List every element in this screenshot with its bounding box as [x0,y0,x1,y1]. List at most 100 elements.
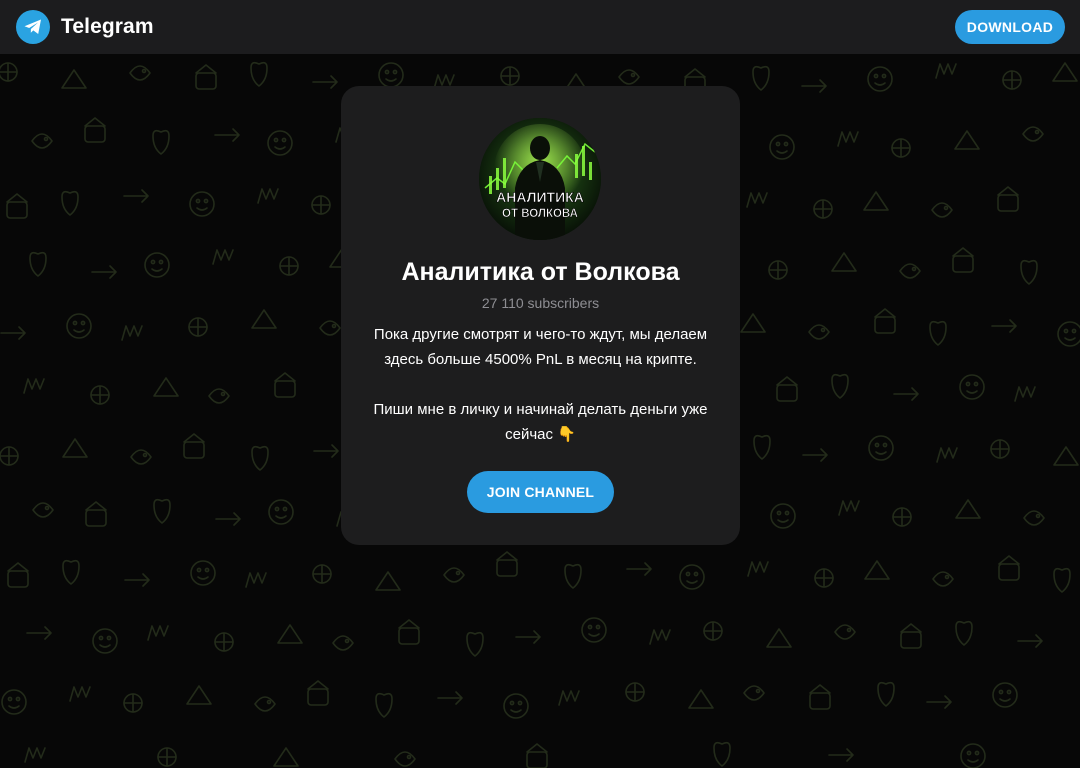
doodle-mark [931,202,953,218]
doodle-mark [526,743,548,768]
doodle-mark [129,65,151,81]
doodle-mark [688,689,714,709]
doodle-mark [935,63,957,79]
doodle-mark [254,696,276,712]
doodle-mark [212,249,234,265]
doodle-mark [867,66,893,92]
doodle-mark [311,195,331,215]
doodle-mark [626,562,652,576]
doodle-mark [273,747,299,767]
doodle-mark [1053,567,1071,593]
doodle-mark [926,695,952,709]
doodle-mark [29,251,47,277]
doodle-mark [929,320,947,346]
doodle-mark [679,564,705,590]
description-paragraph: Пока другие смотрят и чего-то ждут, мы д… [373,326,708,368]
doodle-mark [69,686,91,702]
telegram-logo-icon [16,10,50,44]
doodle-mark [831,252,857,272]
doodle-mark [753,434,771,460]
doodle-mark [703,621,723,641]
doodle-mark [868,435,894,461]
doodle-mark [189,191,215,217]
doodle-mark [831,373,849,399]
doodle-mark [130,449,152,465]
doodle-mark [991,319,1017,333]
doodle-mark [891,138,911,158]
doodle-mark [92,628,118,654]
doodle-mark [863,191,889,211]
doodle-mark [394,751,416,767]
doodle-mark [828,748,854,762]
doodle-mark [1,689,27,715]
download-button[interactable]: DOWNLOAD [955,10,1065,44]
doodle-mark [770,503,796,529]
doodle-mark [776,376,798,402]
doodle-mark [814,568,834,588]
doodle-mark [215,512,241,526]
doodle-mark [121,325,143,341]
doodle-mark [437,691,463,705]
doodle-mark [257,188,279,204]
doodle-mark [990,439,1010,459]
doodle-mark [279,256,299,276]
doodle-mark [893,387,919,401]
doodle-mark [808,324,830,340]
doodle-mark [91,265,117,279]
doodle-mark [277,624,303,644]
doodle-mark [834,624,856,640]
telegram-logo-link[interactable]: Telegram [16,10,154,44]
doodle-mark [809,684,831,710]
doodle-mark [195,64,217,90]
doodle-mark [312,75,338,89]
doodle-mark [62,438,88,458]
doodle-mark [61,190,79,216]
doodle-mark [752,65,770,91]
doodle-mark [877,681,895,707]
doodle-mark [1022,126,1044,142]
doodle-mark [332,635,354,651]
doodle-mark [801,79,827,93]
doodle-mark [157,747,177,767]
doodle-mark [84,117,106,143]
doodle-mark [188,317,208,337]
doodle-mark [899,263,921,279]
doodle-mark [62,559,80,585]
doodle-mark [1014,386,1036,402]
doodle-mark [153,377,179,397]
doodle-mark [124,573,150,587]
subscriber-count: 27 110 subscribers [481,295,600,311]
doodle-mark [183,433,205,459]
doodle-mark [307,680,329,706]
top-navigation-bar: Telegram DOWNLOAD [0,0,1080,54]
doodle-mark [61,69,87,89]
doodle-mark [208,388,230,404]
doodle-mark [214,632,234,652]
doodle-mark [998,555,1020,581]
doodle-mark [900,623,922,649]
doodle-mark [313,444,339,458]
doodle-mark [153,498,171,524]
doodle-mark [769,134,795,160]
doodle-mark [837,131,859,147]
doodle-mark [85,501,107,527]
doodle-mark [144,252,170,278]
doodle-mark [954,130,980,150]
doodle-mark [959,374,985,400]
join-channel-button[interactable]: JOIN CHANNEL [467,471,614,513]
doodle-mark [123,693,143,713]
doodle-mark [186,685,212,705]
doodle-mark [23,378,45,394]
doodle-mark [802,448,828,462]
doodle-mark [378,62,404,88]
doodle-mark [932,571,954,587]
doodle-mark [90,385,110,405]
doodle-mark [1002,70,1022,90]
channel-description: Пока другие смотрят и чего-то ждут, мы д… [353,322,728,447]
doodle-mark [274,372,296,398]
doodle-mark [466,631,484,657]
doodle-mark [515,630,541,644]
doodle-mark [1053,446,1079,466]
doodle-mark [500,66,520,86]
doodle-mark [746,192,768,208]
